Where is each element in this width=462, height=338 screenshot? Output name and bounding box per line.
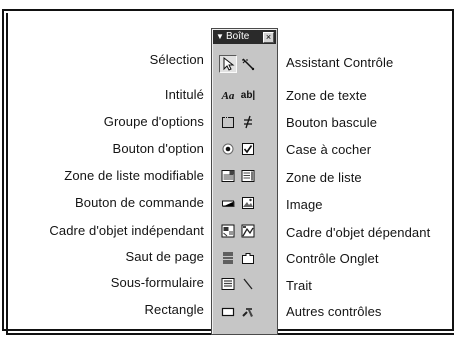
label-sous-formulaire: Sous-formulaire: [110, 275, 204, 290]
more-controls-tool[interactable]: [239, 303, 257, 321]
label-cadre-objet-dependant: Cadre d'objet dépendant: [286, 225, 431, 240]
control-wizard-tool[interactable]: [239, 55, 257, 73]
label-bouton-option: Bouton d'option: [112, 141, 204, 156]
toolbox-menu-caret-icon[interactable]: ▼: [216, 30, 224, 44]
tab-control-tool[interactable]: [239, 249, 257, 267]
subform-tool[interactable]: [219, 275, 237, 293]
label-saut-page: Saut de page: [125, 249, 204, 264]
line-tool[interactable]: [239, 275, 257, 293]
cropped-caption-fragment: ​: [0, 0, 462, 8]
image-icon: [242, 197, 254, 209]
label-cadre-objet-independant: Cadre d'objet indépendant: [49, 223, 204, 238]
combo-box-icon: [221, 170, 235, 182]
rectangle-icon: [221, 307, 235, 317]
close-icon[interactable]: ×: [263, 32, 274, 43]
unbound-object-frame-tool[interactable]: [219, 222, 237, 240]
label-image: Image: [286, 197, 323, 212]
label-groupe-options: Groupe d'options: [103, 114, 204, 129]
tab-control-icon: [242, 253, 254, 264]
more-controls-icon: [242, 308, 253, 317]
rectangle-tool[interactable]: [219, 303, 237, 321]
label-zone-liste-modifiable: Zone de liste modifiable: [64, 168, 204, 183]
list-box-icon: [241, 170, 255, 182]
label-case-cocher: Case à cocher: [286, 142, 372, 157]
label-zone-texte: Zone de texte: [286, 88, 367, 103]
checkbox-icon: [242, 143, 254, 155]
page-break-icon: [223, 252, 233, 264]
textbox-icon: ab|: [240, 90, 256, 101]
label-trait: Trait: [286, 278, 313, 293]
unbound-object-frame-icon: [221, 224, 235, 238]
label-rectangle: Rectangle: [144, 302, 204, 317]
command-button-icon: [222, 200, 235, 207]
toolbox-palette: ▼ Boîte × Aa ab|: [211, 28, 278, 335]
label-controle-onglet: Contrôle Onglet: [286, 251, 379, 266]
toolbox-title-bar[interactable]: ▼ Boîte ×: [213, 30, 276, 44]
option-group-tool[interactable]: [219, 113, 237, 131]
select-objects-tool[interactable]: [219, 55, 237, 73]
label-icon: Aa: [221, 90, 235, 102]
command-button-tool[interactable]: [219, 194, 237, 212]
subform-icon: [221, 278, 235, 290]
label-autres-controles: Autres contrôles: [286, 304, 382, 319]
label-zone-liste: Zone de liste: [286, 170, 362, 185]
label-tool[interactable]: Aa: [219, 87, 237, 105]
select-objects-icon: [223, 57, 235, 71]
bound-object-frame-icon: [241, 224, 255, 238]
option-button-icon: [222, 143, 234, 155]
page-break-tool[interactable]: [219, 249, 237, 267]
option-group-icon: [222, 116, 234, 128]
option-button-tool[interactable]: [219, 140, 237, 158]
list-box-tool[interactable]: [239, 167, 257, 185]
image-tool[interactable]: [239, 194, 257, 212]
checkbox-tool[interactable]: [239, 140, 257, 158]
label-assistant-controle: Assistant Contrôle: [286, 55, 394, 70]
label-bouton-bascule: Bouton bascule: [286, 115, 378, 130]
bound-object-frame-tool[interactable]: [239, 222, 257, 240]
combo-box-tool[interactable]: [219, 167, 237, 185]
label-bouton-commande: Bouton de commande: [75, 195, 204, 210]
toolbox-title: Boîte: [226, 31, 250, 42]
label-selection: Sélection: [149, 52, 204, 67]
toggle-button-icon: [244, 115, 252, 129]
label-intitule: Intitulé: [164, 87, 204, 102]
toggle-button-tool[interactable]: [239, 113, 257, 131]
line-icon: [243, 278, 253, 290]
textbox-tool[interactable]: ab|: [239, 87, 257, 105]
control-wizard-icon: [242, 58, 255, 71]
